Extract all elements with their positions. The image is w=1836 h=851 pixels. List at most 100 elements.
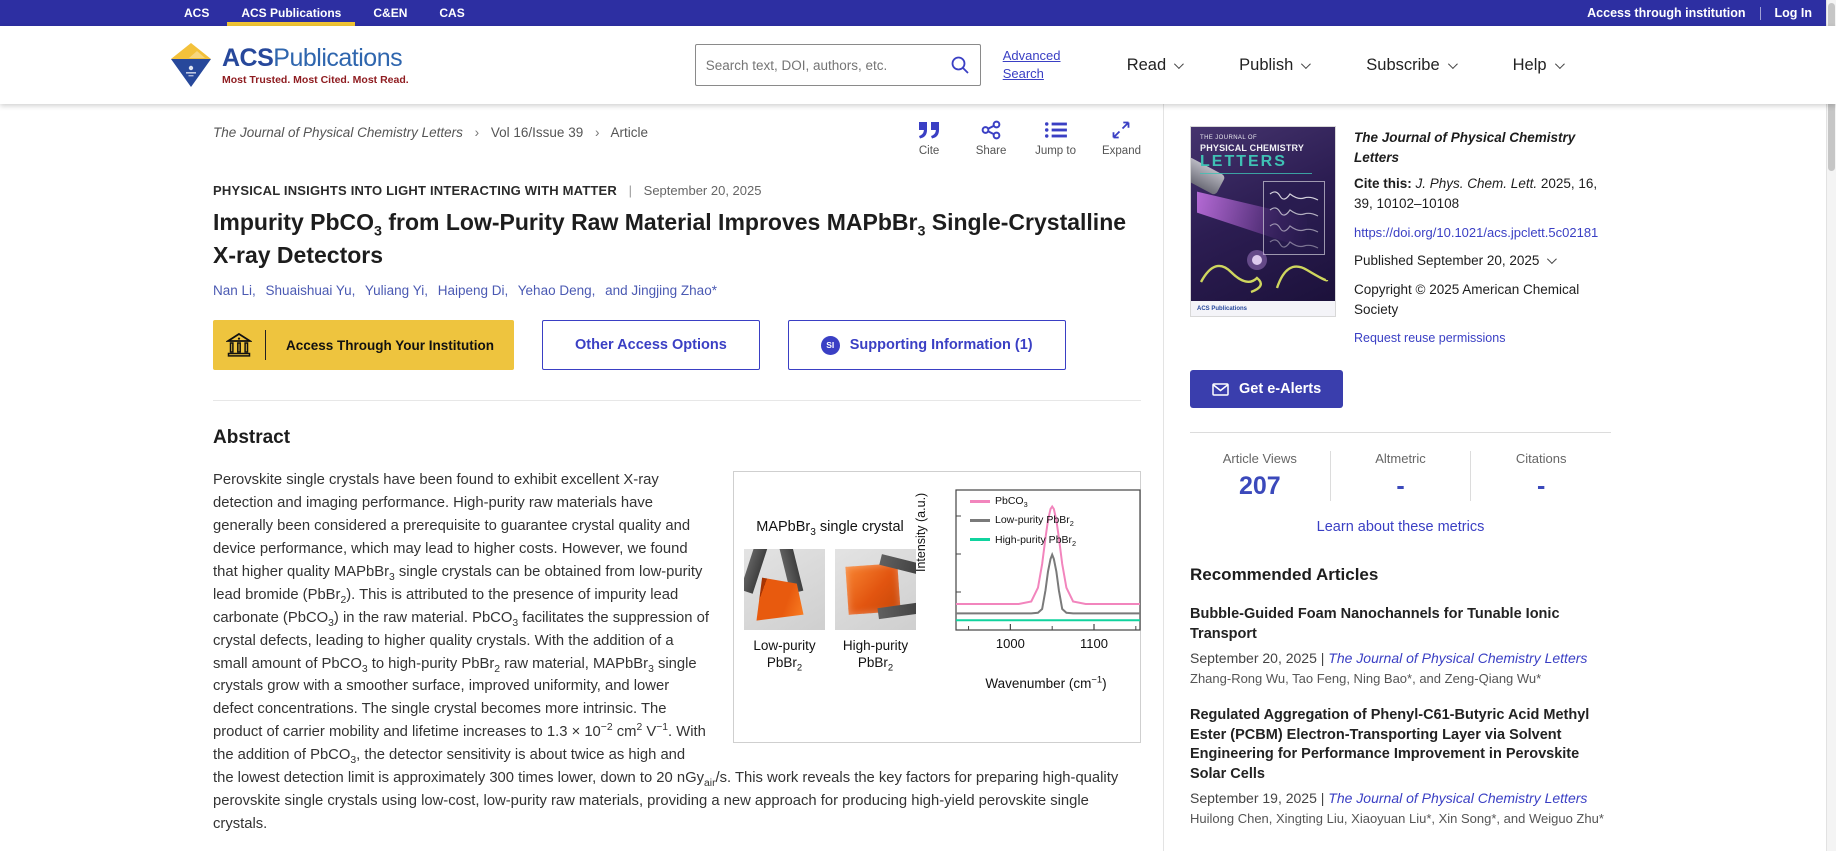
- svg-text:1100: 1100: [1080, 636, 1108, 651]
- cite-quote-icon: [917, 120, 941, 140]
- metric-article-views: Article Views 207: [1190, 451, 1330, 501]
- breadcrumb-current: Article: [611, 125, 649, 140]
- access-through-institution-button[interactable]: Access Through Your Institution: [213, 320, 514, 370]
- spectrum-chart-panel: Intensity (a.u.) 10001100 PbCO3 Low-puri…: [916, 486, 1144, 728]
- nav-subscribe[interactable]: Subscribe: [1366, 56, 1454, 75]
- primary-nav: Read Publish Subscribe Help: [1127, 56, 1562, 75]
- top-tab-cas[interactable]: CAS: [425, 0, 478, 26]
- chart-legend: PbCO3 Low-purity PbBr2 High-purity PbBr2: [970, 493, 1076, 548]
- recommended-article-authors: Huilong Chen, Xingting Liu, Xiaoyuan Liu…: [1190, 811, 1611, 826]
- svg-text:1000: 1000: [996, 636, 1025, 651]
- cover-footer: ACS Publications: [1191, 301, 1335, 316]
- recommended-article-meta: September 19, 2025 | The Journal of Phys…: [1190, 790, 1611, 806]
- author-link[interactable]: Yehao Deng,: [518, 283, 596, 298]
- expand-button[interactable]: Expand: [1102, 120, 1141, 157]
- breadcrumb-journal-link[interactable]: The Journal of Physical Chemistry Letter…: [213, 125, 463, 140]
- breadcrumb-separator: ›: [595, 125, 600, 140]
- legend-swatch: [970, 500, 990, 503]
- search-box[interactable]: [695, 44, 981, 86]
- search-icon[interactable]: [950, 55, 970, 75]
- logo-tagline: Most Trusted. Most Cited. Most Read.: [222, 74, 409, 86]
- author-list: Nan Li, Shuaishuai Yu, Yuliang Yi, Haipe…: [213, 283, 1141, 298]
- article-sidebar: THE JOURNAL OF PHYSICAL CHEMISTRY LETTER…: [1163, 104, 1621, 851]
- access-options-row: Access Through Your Institution Other Ac…: [213, 320, 1141, 370]
- top-tab-acs-publications[interactable]: ACS Publications: [227, 0, 355, 26]
- institution-building-icon: [226, 332, 252, 358]
- access-through-institution-link[interactable]: Access through institution: [1587, 6, 1745, 20]
- login-link[interactable]: Log In: [1775, 6, 1813, 20]
- nav-help[interactable]: Help: [1513, 56, 1562, 75]
- advanced-search-link[interactable]: Advanced Search: [1003, 47, 1073, 82]
- cite-button[interactable]: Cite: [911, 120, 947, 157]
- author-link[interactable]: and Jingjing Zhao*: [605, 283, 717, 298]
- jump-to-list-icon: [1044, 120, 1068, 140]
- article-action-toolbar: Cite Share: [911, 120, 1141, 157]
- journal-name[interactable]: The Journal of Physical Chemistry Letter…: [1354, 128, 1611, 169]
- nav-publish[interactable]: Publish: [1239, 56, 1308, 75]
- metric-citations: Citations -: [1470, 451, 1611, 501]
- publication-date: September 20, 2025: [644, 183, 762, 198]
- chevron-down-icon: [1555, 59, 1565, 69]
- citation-panel: The Journal of Physical Chemistry Letter…: [1354, 126, 1611, 348]
- recommended-article: Bubble-Guided Foam Nanochannels for Tuna…: [1190, 605, 1611, 686]
- legend-swatch: [970, 519, 990, 522]
- recommended-article-title[interactable]: Bubble-Guided Foam Nanochannels for Tuna…: [1190, 605, 1611, 644]
- author-link[interactable]: Yuliang Yi,: [365, 283, 428, 298]
- chart-x-axis-label: Wavenumber (cm−1): [948, 674, 1144, 695]
- recommended-journal-link[interactable]: The Journal of Physical Chemistry Letter…: [1328, 790, 1587, 806]
- author-link[interactable]: Haipeng Di,: [438, 283, 509, 298]
- acs-article-page: ACS ACS Publications C&EN CAS Access thr…: [0, 0, 1836, 851]
- share-button[interactable]: Share: [973, 120, 1009, 157]
- chart-y-axis-label: Intensity (a.u.): [912, 493, 931, 572]
- breadcrumb: The Journal of Physical Chemistry Letter…: [213, 120, 648, 140]
- nav-read[interactable]: Read: [1127, 56, 1181, 75]
- high-purity-crystal-photo: [835, 549, 916, 630]
- si-badge-icon: SI: [821, 336, 840, 355]
- chevron-down-icon: [1301, 59, 1311, 69]
- doi-link[interactable]: https://doi.org/10.1021/acs.jpclett.5c02…: [1354, 223, 1611, 243]
- low-purity-crystal-photo: [744, 549, 825, 630]
- supporting-information-button[interactable]: SI Supporting Information (1): [788, 320, 1066, 370]
- browser-scrollbar[interactable]: [1826, 0, 1836, 851]
- request-reuse-permissions-link[interactable]: Request reuse permissions: [1354, 329, 1611, 348]
- jump-to-button[interactable]: Jump to: [1035, 120, 1076, 157]
- abstract-section: Abstract MAPbBr3 single crystal: [213, 400, 1141, 836]
- top-nav-bar: ACS ACS Publications C&EN CAS Access thr…: [0, 0, 1836, 26]
- recommended-article-meta: September 20, 2025 | The Journal of Phys…: [1190, 650, 1611, 666]
- abstract-heading: Abstract: [213, 427, 1141, 449]
- citation-line: Cite this: J. Phys. Chem. Lett. 2025, 16…: [1354, 174, 1611, 215]
- site-header: ACSPublications Most Trusted. Most Cited…: [0, 26, 1836, 104]
- article-category-row: PHYSICAL INSIGHTS INTO LIGHT INTERACTING…: [213, 183, 1141, 198]
- author-link[interactable]: Shuaishuai Yu,: [266, 283, 356, 298]
- published-date-row[interactable]: Published September 20, 2025: [1354, 251, 1611, 271]
- recommended-article-title[interactable]: Regulated Aggregation of Phenyl-C61-Buty…: [1190, 706, 1611, 784]
- cover-rule: [1200, 173, 1312, 174]
- learn-about-metrics-link[interactable]: Learn about these metrics: [1190, 519, 1611, 535]
- high-purity-label: High-purity PbBr2: [835, 638, 916, 672]
- article-title: Impurity PbCO3 from Low-Purity Raw Mater…: [213, 208, 1141, 270]
- cover-title-line3: LETTERS: [1200, 153, 1287, 171]
- get-e-alerts-button[interactable]: Get e-Alerts: [1190, 370, 1343, 408]
- top-tab-acs[interactable]: ACS: [170, 0, 223, 26]
- chevron-down-icon: [1174, 59, 1184, 69]
- journal-cover-image[interactable]: THE JOURNAL OF PHYSICAL CHEMISTRY LETTER…: [1190, 126, 1336, 317]
- logo-wordmark: ACSPublications: [222, 44, 409, 73]
- search-input[interactable]: [706, 58, 950, 73]
- top-tab-cen[interactable]: C&EN: [359, 0, 421, 26]
- author-link[interactable]: Nan Li,: [213, 283, 256, 298]
- cover-title-line1: THE JOURNAL OF: [1200, 135, 1257, 141]
- breadcrumb-issue-link[interactable]: Vol 16/Issue 39: [491, 125, 583, 140]
- share-icon: [980, 120, 1002, 140]
- recommended-journal-link[interactable]: The Journal of Physical Chemistry Letter…: [1328, 650, 1587, 666]
- acs-publications-logo[interactable]: ACSPublications Most Trusted. Most Cited…: [170, 42, 409, 88]
- other-access-options-button[interactable]: Other Access Options: [542, 320, 760, 370]
- crystal-photos-panel: MAPbBr3 single crystal: [744, 486, 916, 728]
- recommended-article-authors: Zhang-Rong Wu, Tao Feng, Ning Bao*, and …: [1190, 671, 1611, 686]
- article-main-column: The Journal of Physical Chemistry Letter…: [213, 104, 1141, 851]
- chevron-down-icon: [1448, 59, 1458, 69]
- legend-entry-high-purity: High-purity PbBr2: [970, 532, 1076, 548]
- graphical-abstract-figure[interactable]: MAPbBr3 single crystal: [733, 471, 1141, 743]
- crystal-panel-title: MAPbBr3 single crystal: [756, 516, 903, 538]
- legend-entry-low-purity: Low-purity PbBr2: [970, 512, 1076, 528]
- virtual-issue-link[interactable]: PHYSICAL INSIGHTS INTO LIGHT INTERACTING…: [213, 183, 617, 198]
